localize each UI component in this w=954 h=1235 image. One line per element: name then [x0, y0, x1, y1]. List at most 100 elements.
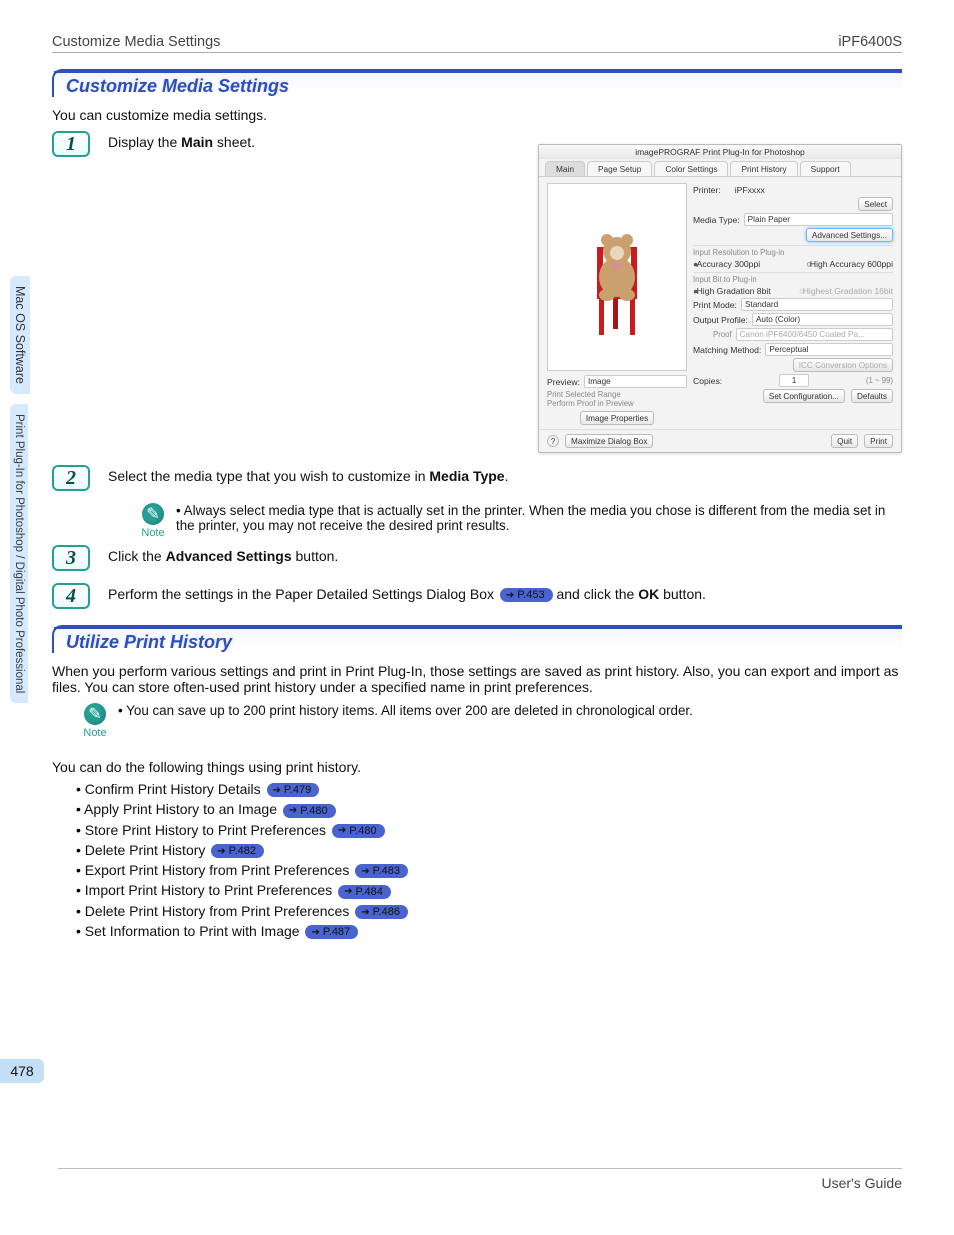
help-icon[interactable]: ? — [547, 435, 559, 447]
matching-select[interactable]: Perceptual — [765, 343, 893, 356]
pencil-icon: ✎ — [84, 703, 106, 725]
chk-print-selected[interactable]: Print Selected Range — [547, 390, 687, 399]
print-history-list: Confirm Print History Details P.479 Apply… — [76, 781, 902, 939]
maximize-dialog-button[interactable]: Maximize Dialog Box — [565, 434, 653, 448]
page-ref[interactable]: P.480 — [332, 824, 385, 838]
note-2: ✎ Note You can save up to 200 print hist… — [82, 703, 902, 739]
side-tabs: Mac OS Software Print Plug-In for Photos… — [10, 276, 40, 713]
radio-accuracy-300[interactable]: Accuracy 300ppi — [693, 259, 760, 269]
s2-prefix: Select the media type that you wish to c… — [108, 468, 429, 484]
printer-label: Printer: — [693, 185, 721, 195]
note-icon-2: ✎ Note — [82, 703, 108, 739]
pencil-icon: ✎ — [142, 503, 164, 525]
preview-label: Preview: — [547, 377, 580, 387]
section-customize-media: Customize Media Settings — [52, 69, 902, 97]
radio-gradation-8[interactable]: High Gradation 8bit — [693, 286, 771, 296]
page-ref[interactable]: P.483 — [355, 864, 408, 878]
copies-label: Copies: — [693, 376, 722, 386]
list-item: Delete Print History from Print Preferen… — [76, 903, 902, 919]
list-item: Apply Print History to an Image P.480 — [76, 801, 902, 817]
list-item: Store Print History to Print Preferences… — [76, 822, 902, 838]
copies-input[interactable]: 1 — [779, 374, 809, 387]
page-ref[interactable]: P.482 — [211, 844, 264, 858]
step-2: 2 Select the media type that you wish to… — [52, 465, 902, 491]
input-resolution-label: Input Resolution to Plug-in — [693, 245, 893, 257]
defaults-button[interactable]: Defaults — [851, 389, 893, 403]
copies-range: (1 ~ 99) — [866, 376, 893, 385]
list-item: Set Information to Print with Image P.48… — [76, 923, 902, 939]
output-profile-select[interactable]: Auto (Color) — [752, 313, 893, 326]
proof-select: Canon iPF6400/6450 Coated Pa... — [736, 328, 893, 341]
matching-label: Matching Method: — [693, 345, 761, 355]
page-ref[interactable]: P.480 — [283, 804, 336, 818]
advanced-settings-button[interactable]: Advanced Settings... — [806, 228, 893, 242]
note2-label: Note — [82, 727, 108, 739]
page-ref[interactable]: P.487 — [305, 925, 358, 939]
page-ref[interactable]: P.484 — [338, 885, 391, 899]
section2-title: Utilize Print History — [66, 632, 232, 653]
tab-support[interactable]: Support — [800, 161, 851, 176]
print-mode-label: Print Mode: — [693, 300, 737, 310]
s4-mid: and click the — [553, 586, 639, 602]
note-label: Note — [140, 527, 166, 539]
tab-main[interactable]: Main — [545, 161, 585, 176]
s4-prefix: Perform the settings in the Paper Detail… — [108, 586, 498, 602]
proof-label: Proof — [693, 330, 732, 339]
list-item: Export Print History from Print Preferen… — [76, 862, 902, 878]
page-header: Customize Media Settings iPF6400S — [52, 34, 902, 53]
section2-intro: When you perform various settings and pr… — [52, 663, 902, 695]
side-tab-sub[interactable]: Print Plug-In for Photoshop / Digital Ph… — [10, 404, 28, 703]
input-bit-label: Input Bit to Plug-in — [693, 272, 893, 284]
page-ref[interactable]: P.479 — [267, 783, 320, 797]
note-icon: ✎ Note — [140, 503, 166, 539]
list-item: Delete Print History P.482 — [76, 842, 902, 858]
page-ref-453[interactable]: P.453 — [500, 588, 553, 602]
s3-suffix: button. — [292, 548, 339, 564]
printer-value: iPFxxxx — [725, 185, 893, 195]
list-item: Import Print History to Print Preference… — [76, 882, 902, 898]
icc-options-button: ICC Conversion Options — [793, 358, 893, 372]
output-profile-label: Output Profile: — [693, 315, 748, 325]
step-3: 3 Click the Advanced Settings button. — [52, 545, 902, 571]
header-right: iPF6400S — [838, 34, 902, 50]
set-configuration-button[interactable]: Set Configuration... — [763, 389, 845, 403]
list-item-text: Import Print History to Print Preference… — [85, 882, 336, 898]
s1-bold: Main — [181, 134, 213, 150]
list-item-text: Confirm Print History Details — [85, 781, 265, 797]
select-printer-button[interactable]: Select — [858, 197, 893, 211]
quit-button[interactable]: Quit — [831, 434, 858, 448]
image-properties-button[interactable]: Image Properties — [580, 411, 654, 425]
teddy-on-chair-icon — [567, 202, 667, 352]
users-guide-label: User's Guide — [58, 1168, 902, 1191]
step-num-4: 4 — [52, 583, 90, 609]
side-tab-main[interactable]: Mac OS Software — [10, 276, 30, 394]
note1-text: Always select media type that is actuall… — [176, 503, 885, 533]
tab-print-history[interactable]: Print History — [730, 161, 797, 176]
media-type-label: Media Type: — [693, 215, 740, 225]
s4-bold: OK — [638, 586, 659, 602]
step-3-body: Click the Advanced Settings button. — [108, 545, 902, 564]
list-item-text: Delete Print History — [85, 842, 209, 858]
radio-accuracy-600[interactable]: High Accuracy 600ppi — [806, 259, 893, 269]
print-mode-select[interactable]: Standard — [741, 298, 893, 311]
tab-color-settings[interactable]: Color Settings — [654, 161, 728, 176]
s1-suffix: sheet. — [213, 134, 255, 150]
dialog-title: imagePROGRAF Print Plug-In for Photoshop — [539, 145, 901, 159]
list-item: Confirm Print History Details P.479 — [76, 781, 902, 797]
print-button[interactable]: Print — [864, 434, 893, 448]
step-4-body: Perform the settings in the Paper Detail… — [108, 583, 902, 602]
section1-intro: You can customize media settings. — [52, 107, 902, 123]
step-1: 1 Display the Main sheet. imagePROGRAF P… — [52, 131, 902, 453]
s3-prefix: Click the — [108, 548, 166, 564]
page-ref[interactable]: P.486 — [355, 905, 408, 919]
media-type-select[interactable]: Plain Paper — [744, 213, 893, 226]
chk-perform-proof[interactable]: Perform Proof in Preview — [547, 399, 687, 408]
step-2-body: Select the media type that you wish to c… — [108, 465, 902, 484]
preview-select[interactable]: Image — [584, 375, 687, 388]
step-1-body: Display the Main sheet. imagePROGRAF Pri… — [108, 131, 902, 453]
note-1: ✎ Note Always select media type that is … — [140, 503, 902, 539]
tab-page-setup[interactable]: Page Setup — [587, 161, 652, 176]
s4-suffix: button. — [659, 586, 706, 602]
s2-bold: Media Type — [429, 468, 504, 484]
page-number: 478 — [0, 1059, 44, 1083]
